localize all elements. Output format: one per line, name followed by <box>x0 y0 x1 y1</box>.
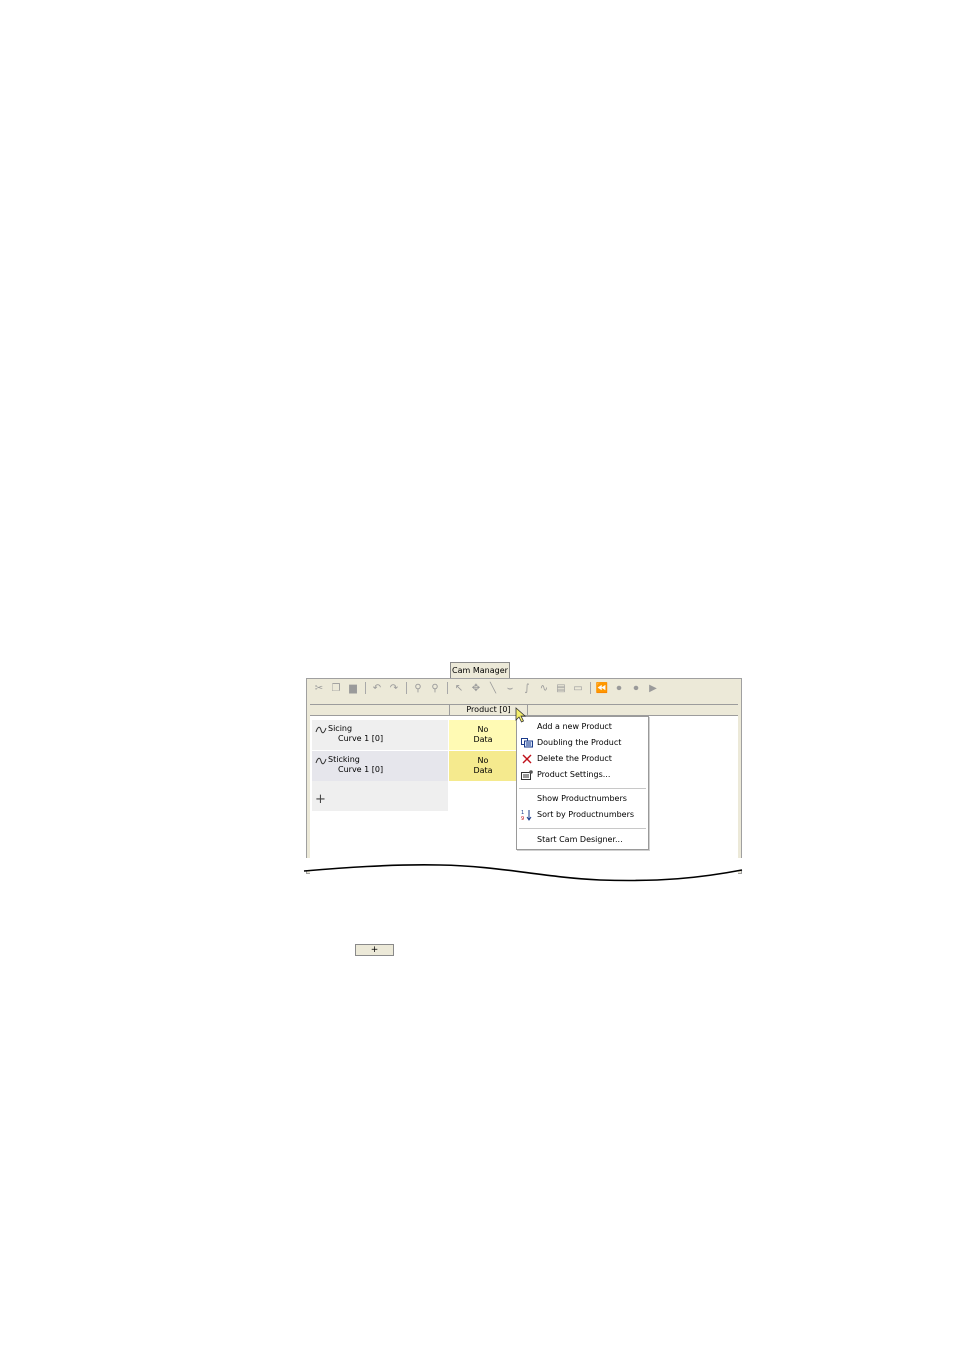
menu-item-label: Show Productnumbers <box>537 794 627 803</box>
play-icon[interactable]: ▶ <box>646 681 660 695</box>
menu-item-delete-product[interactable]: Delete the Product <box>517 752 648 766</box>
wave-icon[interactable]: ∿ <box>537 681 551 695</box>
add-icon[interactable]: + <box>315 793 326 806</box>
settings-icon <box>521 770 533 780</box>
undo-icon[interactable]: ↶ <box>370 681 384 695</box>
toolbar-separator <box>590 682 591 694</box>
cell-text: No <box>477 725 489 734</box>
delete-x-icon <box>522 754 532 764</box>
zoom-in-icon[interactable]: ⚲ <box>411 681 425 695</box>
menu-item-label: Delete the Product <box>537 754 612 763</box>
menu-item-sort-productnumbers[interactable]: 1 9 Sort by Productnumbers <box>517 808 648 822</box>
menu-item-label: Doubling the Product <box>537 738 622 747</box>
torn-edge-divider <box>300 858 746 882</box>
list-item[interactable]: Sticking Curve 1 [0] <box>312 751 448 781</box>
sort-icon: 1 9 <box>521 810 532 821</box>
grid-cell[interactable]: No Data <box>449 720 517 750</box>
rewind-icon[interactable]: ⏪ <box>595 681 609 695</box>
cut-icon[interactable]: ✂ <box>312 681 326 695</box>
double-product-icon <box>521 738 533 748</box>
row-curve: Curve 1 [0] <box>338 734 384 743</box>
table-icon[interactable]: ▤ <box>554 681 568 695</box>
record-icon[interactable]: ⏺ <box>629 681 643 695</box>
menu-item-show-productnumbers[interactable]: Show Productnumbers <box>517 792 648 806</box>
cell-text: Data <box>473 766 493 775</box>
toolbar-separator <box>447 682 448 694</box>
row-name: Sticking <box>328 755 360 764</box>
row-name: Sicing <box>328 724 353 733</box>
redo-icon[interactable]: ↷ <box>387 681 401 695</box>
zoom-out-icon[interactable]: ⚲ <box>428 681 442 695</box>
column-header-empty <box>527 704 738 716</box>
menu-item-add-product[interactable]: Add a new Product <box>517 720 648 734</box>
pointer-icon[interactable]: ↖ <box>452 681 466 695</box>
menu-item-label: Add a new Product <box>537 722 612 731</box>
menu-item-label: Start Cam Designer... <box>537 835 623 844</box>
crosshair-icon[interactable]: ✥ <box>469 681 483 695</box>
toolbar: ✂ ❐ ▆ ↶ ↷ ⚲ ⚲ ↖ ✥ ╲ ⌣ ∫ ∿ ▤ ▭ ⏪ ⏺ ⏺ ▶ <box>308 680 740 696</box>
menu-separator <box>519 788 646 789</box>
menu-item-start-cam-designer[interactable]: Start Cam Designer... <box>517 833 648 847</box>
context-menu: Add a new Product Doubling the Product D… <box>516 716 649 850</box>
mouse-pointer-icon <box>515 707 527 723</box>
cell-text: Data <box>473 735 493 744</box>
stop-icon[interactable]: ⏺ <box>612 681 626 695</box>
svg-text:9: 9 <box>521 816 524 821</box>
s-curve-icon[interactable]: ∫ <box>520 681 534 695</box>
menu-item-product-settings[interactable]: Product Settings... <box>517 768 648 782</box>
cell-text: No <box>477 756 489 765</box>
add-row[interactable] <box>312 781 448 811</box>
menu-item-label: Sort by Productnumbers <box>537 810 635 819</box>
list-item[interactable]: Sicing Curve 1 [0] <box>312 720 448 750</box>
grid-cell[interactable]: No Data <box>449 751 517 781</box>
menu-item-label: Product Settings... <box>537 770 611 779</box>
add-button[interactable]: + <box>355 944 394 956</box>
curve-wave-icon <box>315 726 327 734</box>
line-icon[interactable]: ╲ <box>486 681 500 695</box>
toolbar-separator <box>365 682 366 694</box>
paste-icon[interactable]: ▆ <box>346 681 360 695</box>
menu-separator <box>519 828 646 829</box>
toolbar-separator <box>406 682 407 694</box>
bar-icon[interactable]: ▭ <box>571 681 585 695</box>
tab-cam-manager[interactable]: Cam Manager <box>450 662 510 678</box>
row-curve: Curve 1 [0] <box>338 765 384 774</box>
curve-icon[interactable]: ⌣ <box>503 681 517 695</box>
menu-item-doubling-product[interactable]: Doubling the Product <box>517 736 648 750</box>
curve-wave-icon <box>315 757 327 765</box>
copy-icon[interactable]: ❐ <box>329 681 343 695</box>
